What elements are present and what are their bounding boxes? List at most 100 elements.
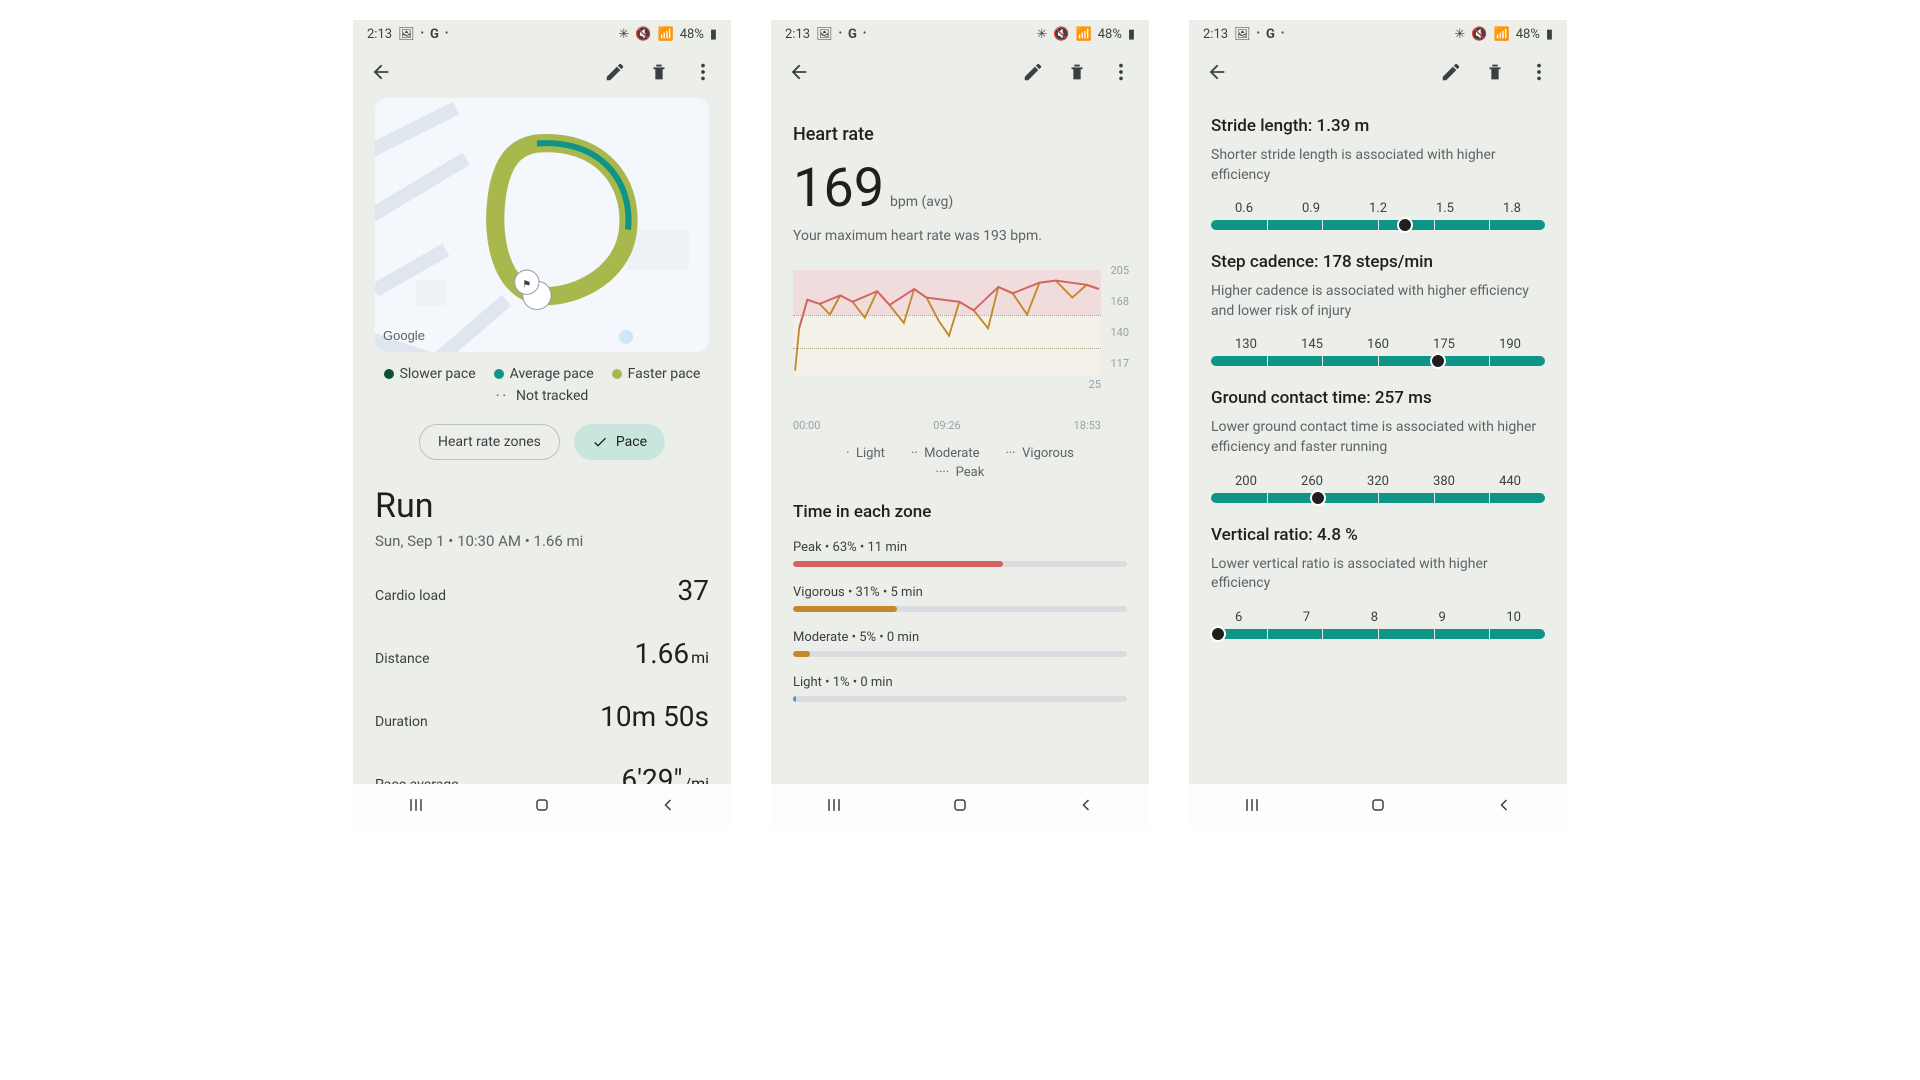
overflow-button[interactable] xyxy=(1101,52,1141,92)
zone-label: Peak • 63% • 11 min xyxy=(793,540,1127,555)
nav-back-button[interactable] xyxy=(1494,795,1514,819)
metric-pace-average: Pace average 6'29"/mi xyxy=(375,763,709,784)
svg-text:⚑: ⚑ xyxy=(522,279,531,290)
metric-desc: Lower vertical ratio is associated with … xyxy=(1211,555,1545,594)
zone-bar xyxy=(793,696,1127,702)
wifi-icon: 📶 xyxy=(658,27,674,42)
metric-duration: Duration 10m 50s xyxy=(375,700,709,733)
metric-title: Step cadence: 178 steps/min xyxy=(1211,252,1545,272)
metric-cadence: Step cadence: 178 steps/min Higher cadenc… xyxy=(1211,252,1545,366)
bluetooth-icon: ✳ xyxy=(618,27,629,42)
recents-button[interactable] xyxy=(1242,795,1262,819)
not-tracked-legend: ·· Not tracked xyxy=(375,388,709,404)
chip-heart-rate-zones[interactable]: Heart rate zones xyxy=(419,424,560,460)
pace-legend: Slower pace Average pace Faster pace xyxy=(375,366,709,382)
zone-bar xyxy=(793,606,1127,612)
y-axis-labels: 205168140117 xyxy=(1110,264,1129,370)
home-button[interactable] xyxy=(532,795,552,819)
phone-running-form: 2:13🖼•G• ✳🔇📶48%▮ Stride length: 1.39 m Sh… xyxy=(1189,20,1567,830)
gauge xyxy=(1211,220,1545,230)
back-button[interactable] xyxy=(1197,52,1237,92)
nav-back-button[interactable] xyxy=(658,795,678,819)
zones-heading: Time in each zone xyxy=(793,502,1127,522)
nav-back-button[interactable] xyxy=(1076,795,1096,819)
scale-ticks: 678910 xyxy=(1211,610,1545,625)
edit-button[interactable] xyxy=(1431,52,1471,92)
recents-button[interactable] xyxy=(824,795,844,819)
gauge-marker xyxy=(1310,490,1326,506)
activity-subtitle: Sun, Sep 1 • 10:30 AM • 1.66 mi xyxy=(375,532,709,550)
status-bar: 2:13🖼•G• ✳🔇📶48%▮ xyxy=(771,20,1149,48)
metric-gct: Ground contact time: 257 msLower ground … xyxy=(1211,388,1545,502)
delete-button[interactable] xyxy=(1057,52,1097,92)
gauge xyxy=(1211,629,1545,639)
app-bar xyxy=(771,48,1149,96)
chip-pace[interactable]: Pace xyxy=(574,424,665,460)
metric-title: Stride length: 1.39 m xyxy=(1211,116,1545,136)
zone-bar xyxy=(793,651,1127,657)
map-attribution: Google xyxy=(383,328,425,344)
zone-label: Moderate • 5% • 0 min xyxy=(793,630,1127,645)
metric-title: Vertical ratio: 4.8 % xyxy=(1211,525,1545,545)
metric-cardio-load: Cardio load 37 xyxy=(375,574,709,607)
zone-label: Vigorous • 31% • 5 min xyxy=(793,585,1127,600)
scale-ticks: 0.60.91.21.51.8 xyxy=(1211,201,1545,216)
edit-button[interactable] xyxy=(595,52,635,92)
status-bar: 2:13🖼•G• ✳🔇📶48%▮ xyxy=(353,20,731,48)
metric-desc: Shorter stride length is associated with… xyxy=(1211,146,1545,185)
status-time: 2:13 xyxy=(367,27,392,42)
zone-legend: · Light ·· Moderate ··· Vigorous xyxy=(793,446,1127,461)
app-bar xyxy=(353,48,731,96)
mute-icon: 🔇 xyxy=(635,27,651,42)
phone-heart-rate: 2:13🖼•G• ✳🔇📶48%▮ Heart rate 169bpm (avg)… xyxy=(771,20,1149,830)
heart-rate-chart[interactable]: 205168140117 xyxy=(793,270,1127,376)
phone-run-summary: 2:13🖼•G• ✳🔇📶48%▮ ⚑ Google Slower pa xyxy=(353,20,731,830)
back-button[interactable] xyxy=(779,52,819,92)
recents-button[interactable] xyxy=(406,795,426,819)
x-scale-max: 25 xyxy=(1089,378,1101,391)
home-button[interactable] xyxy=(1368,795,1388,819)
average-swatch xyxy=(494,369,504,379)
status-bar: 2:13🖼•G• ✳🔇📶48%▮ xyxy=(1189,20,1567,48)
scale-ticks: 200260320380440 xyxy=(1211,474,1545,489)
delete-button[interactable] xyxy=(639,52,679,92)
system-nav xyxy=(1189,784,1567,830)
heart-rate-avg: 169bpm (avg) xyxy=(793,157,1127,220)
gauge-marker xyxy=(1430,353,1446,369)
x-axis-labels: 00:0009:2618:53 xyxy=(793,419,1127,432)
heart-rate-heading: Heart rate xyxy=(793,124,1127,145)
scale-ticks: 130145160175190 xyxy=(1211,337,1545,352)
system-nav xyxy=(353,784,731,830)
back-button[interactable] xyxy=(361,52,401,92)
activity-title: Run xyxy=(375,486,709,526)
heart-rate-max-note: Your maximum heart rate was 193 bpm. xyxy=(793,228,1127,244)
zone-label: Light • 1% • 0 min xyxy=(793,675,1127,690)
route-map[interactable]: ⚑ Google xyxy=(375,98,709,352)
gauge-marker xyxy=(1210,626,1226,642)
battery-pct: 48% xyxy=(680,27,704,42)
metric-stride: Stride length: 1.39 m Shorter stride leng… xyxy=(1211,116,1545,230)
delete-button[interactable] xyxy=(1475,52,1515,92)
home-button[interactable] xyxy=(950,795,970,819)
metric-desc: Higher cadence is associated with higher… xyxy=(1211,282,1545,321)
system-nav xyxy=(771,784,1149,830)
zone-row: Light • 1% • 0 min xyxy=(793,675,1127,702)
gauge xyxy=(1211,493,1545,503)
edit-button[interactable] xyxy=(1013,52,1053,92)
check-icon xyxy=(592,434,608,450)
slower-swatch xyxy=(384,369,394,379)
gauge-marker xyxy=(1397,217,1413,233)
metric-title: Ground contact time: 257 ms xyxy=(1211,388,1545,408)
zone-row: Moderate • 5% • 0 min xyxy=(793,630,1127,657)
metric-vratio: Vertical ratio: 4.8 % Lower vertical rati… xyxy=(1211,525,1545,639)
app-bar xyxy=(1189,48,1567,96)
overflow-button[interactable] xyxy=(683,52,723,92)
zone-row: Peak • 63% • 11 min xyxy=(793,540,1127,567)
faster-swatch xyxy=(612,369,622,379)
metric-distance: Distance 1.66mi xyxy=(375,637,709,670)
zone-bar xyxy=(793,561,1127,567)
overflow-button[interactable] xyxy=(1519,52,1559,92)
gauge xyxy=(1211,356,1545,366)
zone-row: Vigorous • 31% • 5 min xyxy=(793,585,1127,612)
battery-icon: ▮ xyxy=(710,27,717,42)
